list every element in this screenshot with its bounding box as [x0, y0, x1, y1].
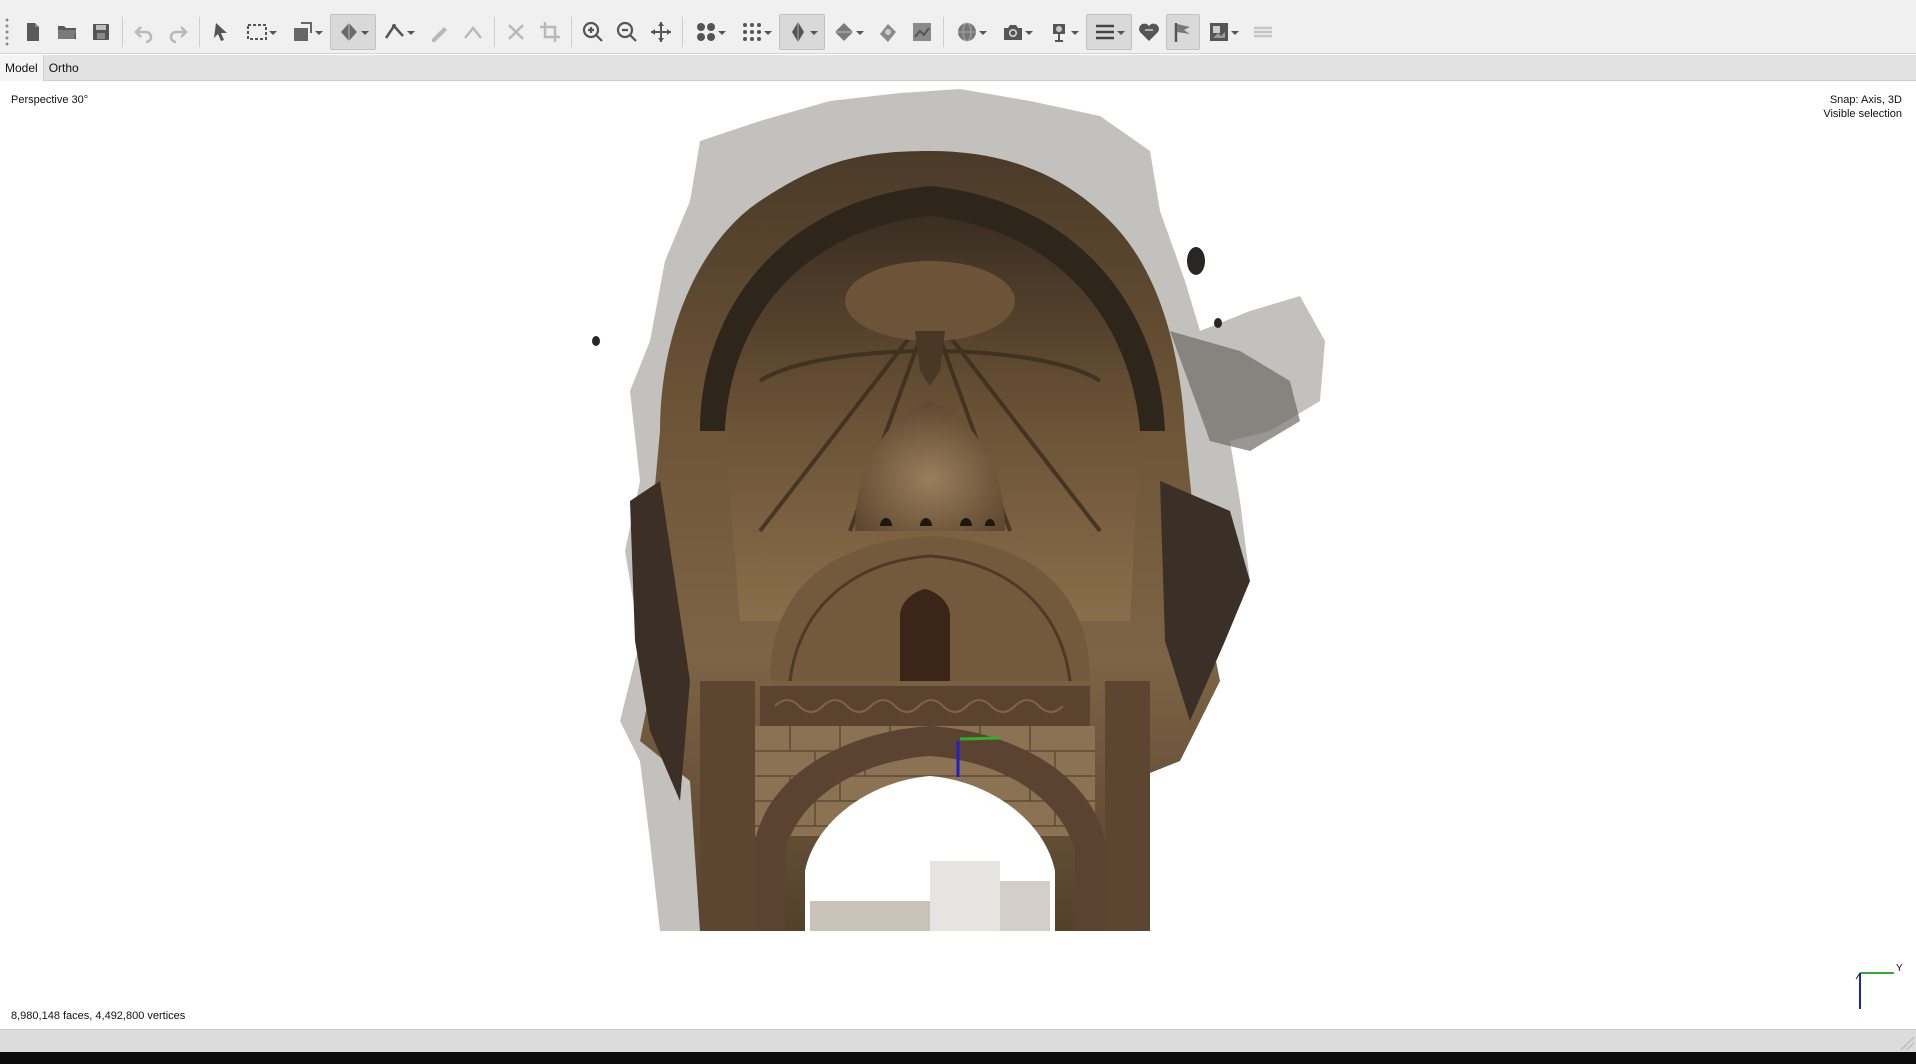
gimbal-icon: [1053, 24, 1065, 42]
layers-icon: [1254, 26, 1272, 38]
shape-heart-icon: [1139, 23, 1159, 41]
model-view-button[interactable]: [779, 14, 825, 50]
toolbar-separator: [122, 17, 123, 47]
toolbar-separator: [943, 17, 944, 47]
toolbar-separator: [571, 17, 572, 47]
navigation-button[interactable]: [204, 14, 238, 50]
open-button[interactable]: [50, 14, 84, 50]
marker-flag-icon: [1174, 23, 1190, 42]
reset-view-button[interactable]: [644, 14, 678, 50]
show-cameras-button[interactable]: [687, 14, 733, 50]
texture-button[interactable]: [871, 14, 905, 50]
crop-selection-button[interactable]: [533, 14, 567, 50]
new-document-button[interactable]: [16, 14, 50, 50]
select-pointer-icon: [214, 23, 227, 41]
selection-mode-label: Visible selection: [1823, 108, 1902, 120]
ruler-icon: [384, 23, 404, 39]
toolbar-separator: [682, 17, 683, 47]
model-stats: 8,980,148 faces, 4,492,800 vertices: [11, 1010, 186, 1022]
window-bottom-edge: [0, 1052, 1916, 1064]
point-cloud-button[interactable]: [733, 14, 779, 50]
axis-y-label: Y: [1896, 963, 1902, 974]
rectangle-select-icon: [247, 24, 267, 40]
zoom-in-icon: [582, 21, 603, 42]
dem-icon: [913, 23, 931, 41]
show-cameras-icon: [697, 23, 715, 41]
show-model-icon: [792, 22, 804, 42]
viewport-info: Snap: Axis, 3D Visible selection: [1823, 93, 1902, 121]
redo-icon: [169, 26, 188, 44]
camera-icon: [1004, 25, 1022, 40]
view-tabs: Model Ortho: [0, 55, 1916, 81]
new-document-icon: [27, 23, 39, 41]
menu-icon: [1096, 24, 1114, 40]
delete-icon: [508, 24, 524, 40]
zoom-out-icon: [616, 21, 637, 42]
show-info-button[interactable]: [1086, 14, 1132, 50]
inscription-band: [760, 686, 1090, 726]
projection-label: Perspective 30°: [11, 94, 89, 106]
save-icon: [93, 24, 109, 40]
tab-model[interactable]: Model: [0, 55, 44, 81]
spherical-view-button[interactable]: [948, 14, 994, 50]
capture-view-button[interactable]: [994, 14, 1040, 50]
main-toolbar: [0, 11, 1916, 54]
resize-grip[interactable]: [1900, 1036, 1914, 1050]
image-icon: [1210, 23, 1228, 41]
move-object-icon: [341, 23, 357, 41]
mesh-fragment: [1214, 318, 1222, 328]
toolbar-grip[interactable]: [4, 17, 10, 47]
draw-shape-button[interactable]: [284, 14, 330, 50]
layers-button[interactable]: [1246, 14, 1280, 50]
sphere-icon: [958, 22, 976, 42]
undo-icon: [134, 26, 153, 44]
move-object-button[interactable]: [330, 14, 376, 50]
snap-label: Snap: Axis, 3D: [1829, 94, 1902, 106]
show-tiled-model-icon: [835, 23, 853, 41]
gimbal-button[interactable]: [1040, 14, 1086, 50]
draw-polyline-button[interactable]: [422, 14, 456, 50]
status-bar: [0, 1029, 1916, 1052]
ruler-button[interactable]: [376, 14, 422, 50]
draw-polyline-icon: [432, 27, 447, 42]
undo-button[interactable]: [127, 14, 161, 50]
mesh-fragment: [592, 336, 600, 346]
draw-line-button[interactable]: [456, 14, 490, 50]
markers-button[interactable]: [1166, 14, 1200, 50]
dem-button[interactable]: [905, 14, 939, 50]
right-pillar: [1105, 681, 1150, 931]
zoom-out-button[interactable]: [610, 14, 644, 50]
muqarnas-dome: [845, 261, 1015, 341]
upper-door: [900, 589, 950, 681]
left-pillar: [700, 681, 755, 931]
redo-button[interactable]: [161, 14, 195, 50]
axis-indicator: Y: [1855, 963, 1902, 1009]
pencil-icon: [464, 25, 482, 39]
texture-icon: [880, 24, 896, 42]
toolbar-separator: [494, 17, 495, 47]
shape-select-icon: [294, 22, 312, 41]
tiled-model-button[interactable]: [825, 14, 871, 50]
toolbar-separator: [199, 17, 200, 47]
arch-model: [592, 89, 1325, 931]
open-folder-icon: [58, 26, 76, 39]
zoom-in-button[interactable]: [576, 14, 610, 50]
model-viewport[interactable]: Perspective 30° Snap: Axis, 3D Visible s…: [0, 81, 1916, 1029]
save-button[interactable]: [84, 14, 118, 50]
image-overlay-button[interactable]: [1200, 14, 1246, 50]
show-points-icon: [743, 23, 761, 41]
pan-icon: [651, 22, 671, 42]
crop-icon: [540, 22, 560, 42]
tab-ortho[interactable]: Ortho: [44, 55, 84, 81]
mesh-fragment: [1187, 247, 1205, 275]
shape-layer-button[interactable]: [1132, 14, 1166, 50]
rectangle-selection-button[interactable]: [238, 14, 284, 50]
delete-selection-button[interactable]: [499, 14, 533, 50]
